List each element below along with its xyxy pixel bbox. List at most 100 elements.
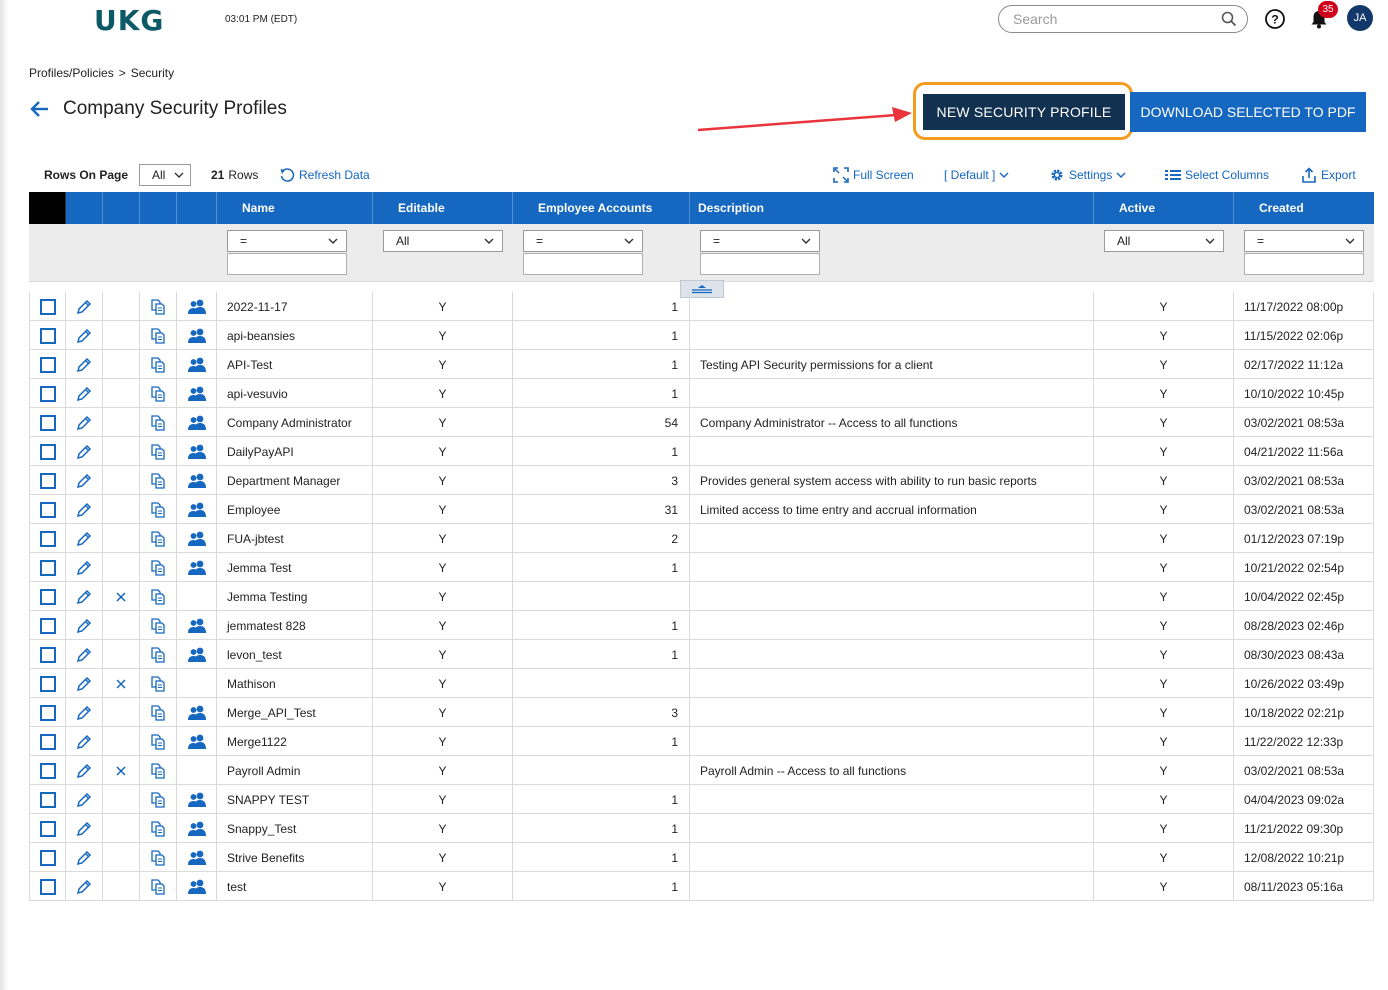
copy-button[interactable] <box>140 756 177 785</box>
copy-button[interactable] <box>140 553 177 582</box>
search-input[interactable] <box>1013 11 1221 27</box>
new-security-profile-button[interactable]: NEW SECURITY PROFILE <box>923 94 1125 130</box>
row-checkbox[interactable] <box>39 675 56 692</box>
notification-badge[interactable]: 35 <box>1318 1 1338 18</box>
settings-menu[interactable]: Settings <box>1049 164 1126 186</box>
delete-cell[interactable] <box>103 756 140 785</box>
edit-button[interactable] <box>66 698 103 727</box>
edit-button[interactable] <box>66 466 103 495</box>
accounts-filter-operator[interactable]: = <box>523 230 643 252</box>
copy-button[interactable] <box>140 669 177 698</box>
row-checkbox[interactable] <box>39 385 56 402</box>
full-screen-button[interactable]: Full Screen <box>833 164 914 186</box>
users-cell[interactable] <box>177 379 217 408</box>
users-cell[interactable] <box>177 814 217 843</box>
row-checkbox[interactable] <box>39 559 56 576</box>
editable-filter-select[interactable]: All <box>383 230 503 252</box>
active-filter-select[interactable]: All <box>1104 230 1224 252</box>
row-checkbox[interactable] <box>39 414 56 431</box>
users-cell[interactable] <box>177 524 217 553</box>
users-cell[interactable] <box>177 292 217 321</box>
edit-button[interactable] <box>66 553 103 582</box>
name-filter-operator[interactable]: = <box>227 230 347 252</box>
edit-button[interactable] <box>66 437 103 466</box>
copy-button[interactable] <box>140 611 177 640</box>
edit-button[interactable] <box>66 843 103 872</box>
column-header-created[interactable]: Created <box>1234 192 1374 224</box>
edit-button[interactable] <box>66 640 103 669</box>
edit-button[interactable] <box>66 350 103 379</box>
accounts-filter-input[interactable] <box>523 253 643 275</box>
refresh-data-button[interactable]: Refresh Data <box>279 164 370 186</box>
row-checkbox[interactable] <box>39 733 56 750</box>
row-checkbox[interactable] <box>39 472 56 489</box>
copy-button[interactable] <box>140 843 177 872</box>
header-select-all[interactable] <box>29 192 66 224</box>
edit-button[interactable] <box>66 379 103 408</box>
edit-button[interactable] <box>66 727 103 756</box>
users-cell[interactable] <box>177 872 217 901</box>
row-checkbox[interactable] <box>39 762 56 779</box>
breadcrumb-parent[interactable]: Profiles/Policies <box>29 66 114 80</box>
users-cell[interactable] <box>177 611 217 640</box>
delete-cell[interactable] <box>103 669 140 698</box>
copy-button[interactable] <box>140 437 177 466</box>
copy-button[interactable] <box>140 321 177 350</box>
copy-button[interactable] <box>140 379 177 408</box>
column-header-employee-accounts[interactable]: Employee Accounts <box>513 192 690 224</box>
users-cell[interactable] <box>177 466 217 495</box>
description-filter-operator[interactable]: = <box>700 230 820 252</box>
row-checkbox[interactable] <box>39 501 56 518</box>
copy-button[interactable] <box>140 350 177 379</box>
copy-button[interactable] <box>140 727 177 756</box>
back-arrow-icon[interactable] <box>29 98 51 120</box>
users-cell[interactable] <box>177 785 217 814</box>
row-checkbox[interactable] <box>39 849 56 866</box>
users-cell[interactable] <box>177 350 217 379</box>
users-cell[interactable] <box>177 698 217 727</box>
name-filter-input[interactable] <box>227 253 347 275</box>
created-filter-input[interactable] <box>1244 253 1364 275</box>
copy-button[interactable] <box>140 872 177 901</box>
row-checkbox[interactable] <box>39 617 56 634</box>
users-cell[interactable] <box>177 640 217 669</box>
rows-on-page-select[interactable]: All <box>139 164 191 186</box>
column-header-description[interactable]: Description <box>690 192 1094 224</box>
edit-button[interactable] <box>66 669 103 698</box>
edit-button[interactable] <box>66 292 103 321</box>
column-header-editable[interactable]: Editable <box>373 192 513 224</box>
row-checkbox[interactable] <box>39 646 56 663</box>
edit-button[interactable] <box>66 408 103 437</box>
created-filter-operator[interactable]: = <box>1244 230 1364 252</box>
users-cell[interactable] <box>177 843 217 872</box>
column-header-name[interactable]: Name <box>217 192 373 224</box>
download-selected-pdf-button[interactable]: DOWNLOAD SELECTED TO PDF <box>1130 92 1366 132</box>
edit-button[interactable] <box>66 756 103 785</box>
row-checkbox[interactable] <box>39 298 56 315</box>
row-checkbox[interactable] <box>39 530 56 547</box>
ukg-logo[interactable]: UKG <box>94 3 164 37</box>
user-avatar[interactable]: JA <box>1347 5 1373 31</box>
row-checkbox[interactable] <box>39 704 56 721</box>
edit-button[interactable] <box>66 785 103 814</box>
row-checkbox[interactable] <box>39 878 56 895</box>
edit-button[interactable] <box>66 321 103 350</box>
users-cell[interactable] <box>177 553 217 582</box>
row-checkbox[interactable] <box>39 791 56 808</box>
users-cell[interactable] <box>177 408 217 437</box>
users-cell[interactable] <box>177 727 217 756</box>
users-cell[interactable] <box>177 321 217 350</box>
edit-button[interactable] <box>66 872 103 901</box>
copy-button[interactable] <box>140 292 177 321</box>
column-header-active[interactable]: Active <box>1094 192 1234 224</box>
copy-button[interactable] <box>140 698 177 727</box>
row-checkbox[interactable] <box>39 443 56 460</box>
edit-button[interactable] <box>66 582 103 611</box>
help-icon[interactable]: ? <box>1264 8 1286 30</box>
edit-button[interactable] <box>66 814 103 843</box>
edit-button[interactable] <box>66 611 103 640</box>
row-checkbox[interactable] <box>39 327 56 344</box>
edit-button[interactable] <box>66 524 103 553</box>
copy-button[interactable] <box>140 582 177 611</box>
copy-button[interactable] <box>140 640 177 669</box>
